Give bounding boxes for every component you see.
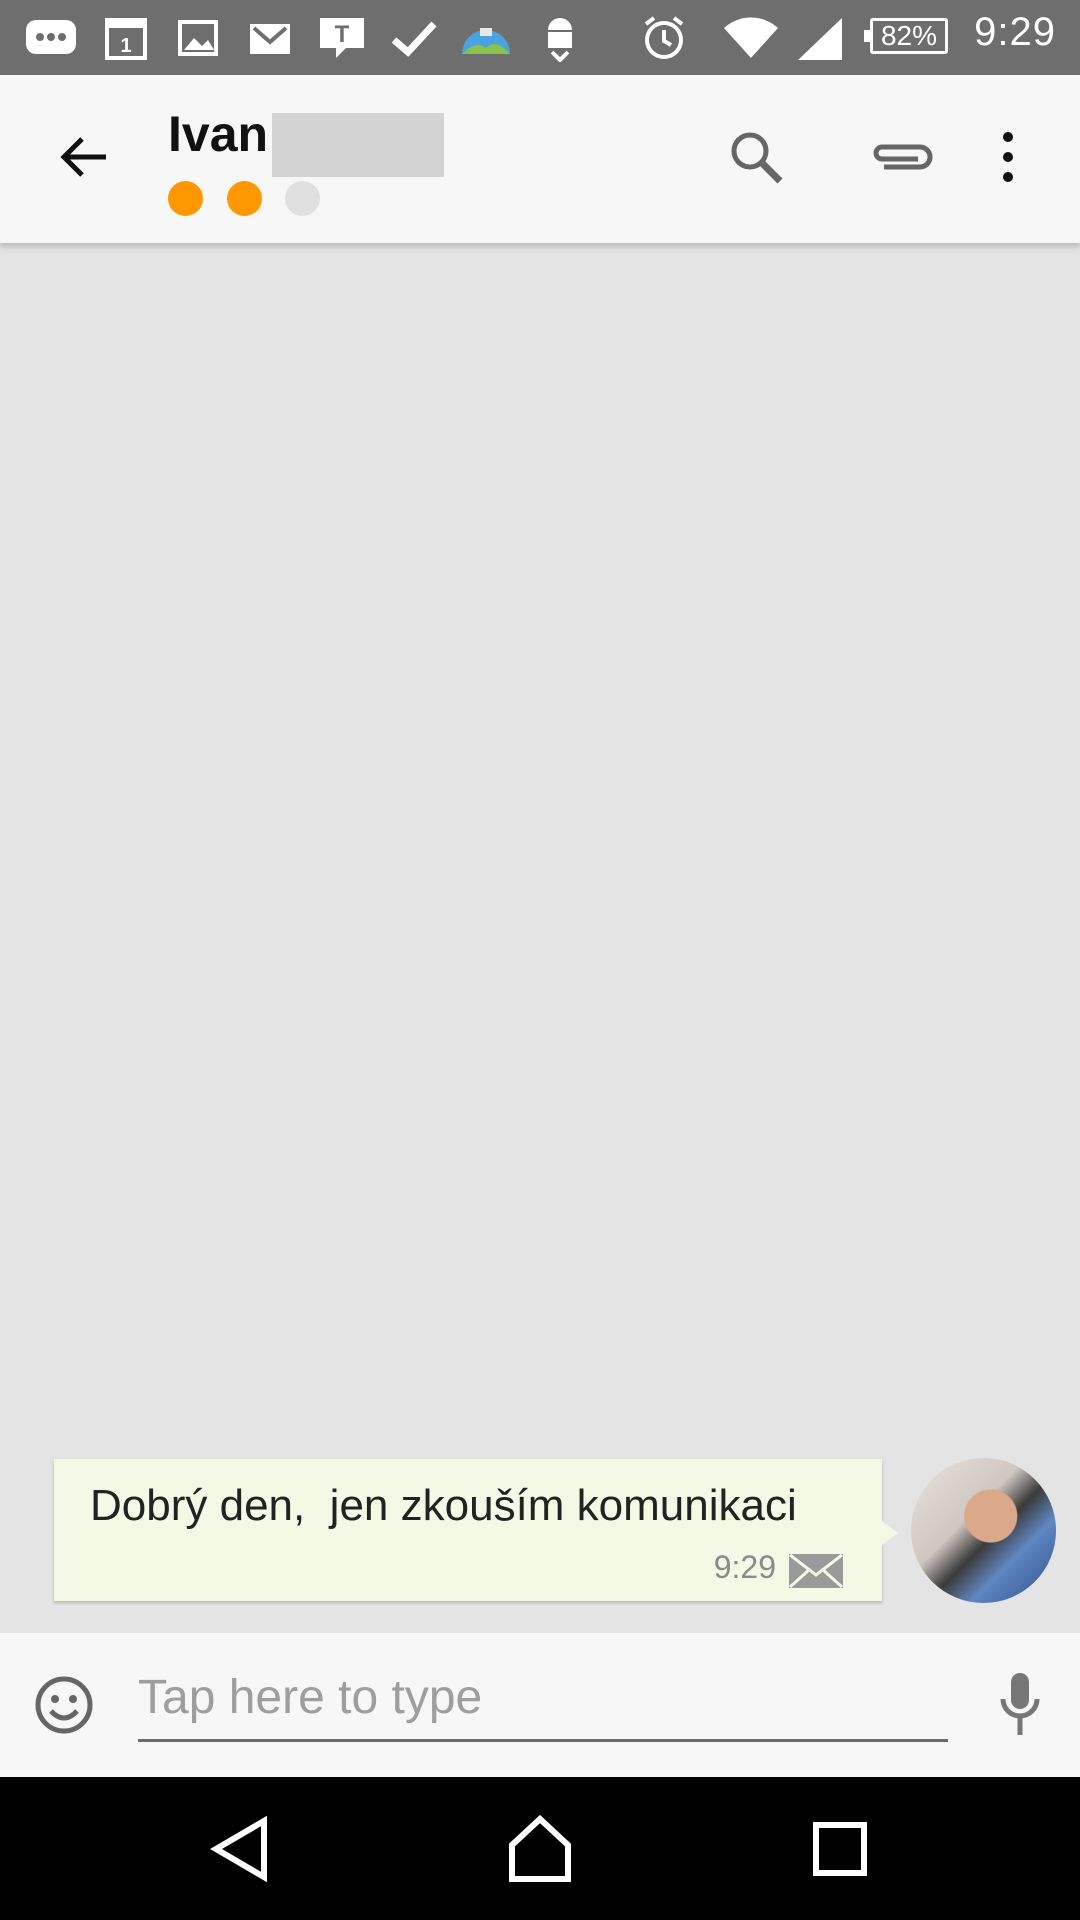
message-text: Dobrý den, jen zkouším komunikaci xyxy=(90,1481,797,1530)
more-options-icon[interactable] xyxy=(990,125,1026,189)
contact-name[interactable]: Ivan xyxy=(168,105,268,163)
message-time: 9:29 xyxy=(713,1549,776,1585)
calendar-icon: 1 xyxy=(105,18,147,60)
back-arrow-icon[interactable] xyxy=(52,125,116,189)
message-input[interactable] xyxy=(138,1655,948,1742)
chat-area[interactable] xyxy=(0,243,1080,1633)
android-update-icon xyxy=(548,18,572,62)
attachment-icon[interactable] xyxy=(866,125,936,189)
message-bubble[interactable]: Dobrý den, jen zkouším komunikaci 9:29 xyxy=(54,1459,898,1601)
check-icon xyxy=(391,21,437,57)
envelope-icon xyxy=(788,1553,844,1589)
status-dot xyxy=(285,181,320,216)
avatar[interactable] xyxy=(911,1458,1056,1603)
battery-indicator: 82% xyxy=(864,18,948,54)
map-app-icon xyxy=(462,28,510,54)
search-icon[interactable] xyxy=(724,125,788,189)
nav-back-icon[interactable] xyxy=(204,1813,276,1885)
chat-header: Ivan xyxy=(0,75,1080,243)
message-icon xyxy=(26,20,76,54)
svg-text:T: T xyxy=(335,21,350,48)
alarm-icon xyxy=(644,16,684,59)
redacted-surname xyxy=(272,113,444,177)
composer xyxy=(0,1633,1080,1777)
emoji-icon[interactable] xyxy=(32,1673,96,1737)
status-bar: 1 T 82% 9:29 xyxy=(0,0,1080,75)
nav-home-icon[interactable] xyxy=(504,1813,576,1885)
status-time: 9:29 xyxy=(974,10,1056,54)
microphone-icon[interactable] xyxy=(996,1669,1044,1741)
svg-text:1: 1 xyxy=(120,35,131,57)
nav-recents-icon[interactable] xyxy=(804,1813,876,1885)
status-dot xyxy=(227,181,262,216)
signal-icon xyxy=(798,18,842,60)
gmail-icon xyxy=(250,24,290,54)
status-dot xyxy=(168,181,203,216)
wifi-icon xyxy=(724,17,778,58)
navigation-bar xyxy=(0,1777,1080,1920)
t-app-icon: T xyxy=(320,18,364,58)
gallery-icon xyxy=(178,20,218,56)
